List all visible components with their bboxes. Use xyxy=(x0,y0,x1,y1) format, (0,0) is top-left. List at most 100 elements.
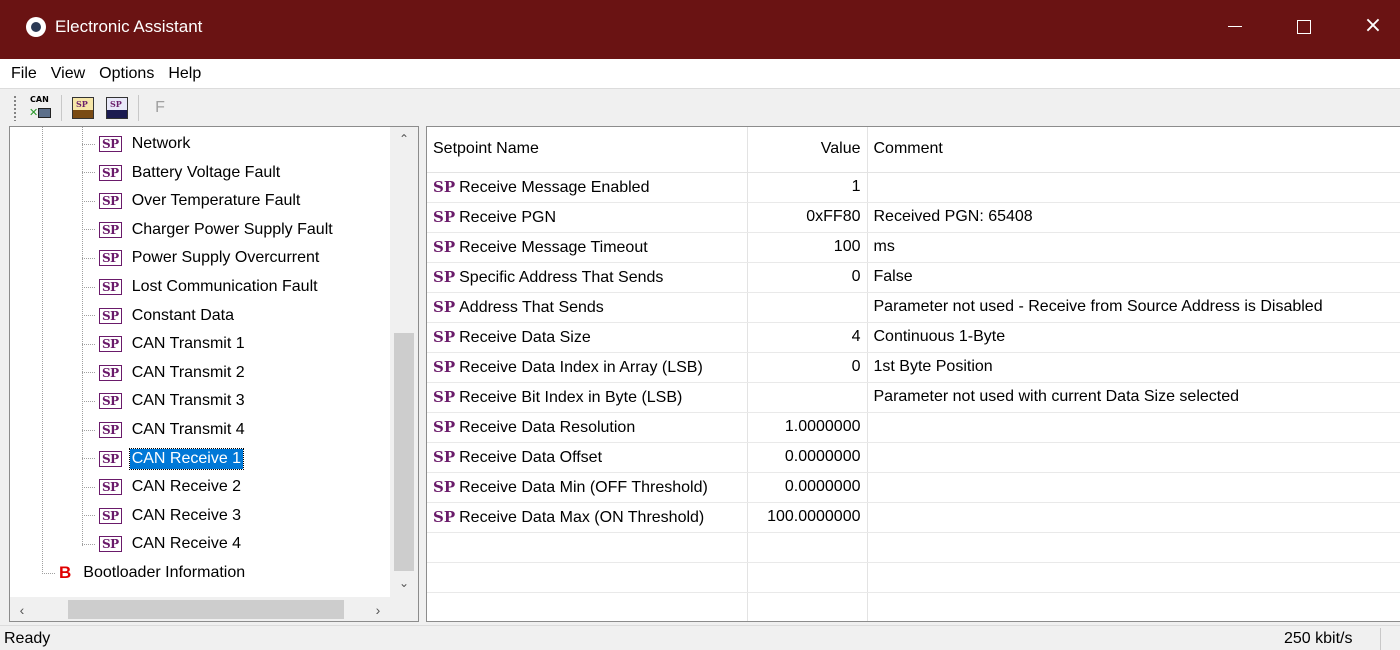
setpoint-value-cell[interactable]: 0 xyxy=(747,352,868,383)
flash-icon: F xyxy=(155,98,165,116)
flash-button[interactable]: F xyxy=(147,95,173,121)
tree-item[interactable]: SP Network xyxy=(82,130,192,158)
tree-item[interactable]: SP Lost Communication Fault xyxy=(82,273,320,301)
header-value[interactable]: Value xyxy=(747,127,868,173)
setpoint-name-cell[interactable]: SP Receive Data Resolution xyxy=(427,412,748,443)
can-connect-button[interactable]: CAN ✕ xyxy=(27,95,53,121)
tree-item[interactable]: SP CAN Transmit 3 xyxy=(82,387,247,415)
setpoint-value-cell[interactable] xyxy=(747,292,868,323)
bootloader-icon: B xyxy=(59,563,72,582)
setpoint-value-cell[interactable]: 1.0000000 xyxy=(747,412,868,443)
setpoint-value-cell[interactable]: 0.0000000 xyxy=(747,442,868,473)
tree-item[interactable]: SP Battery Voltage Fault xyxy=(82,159,282,187)
setpoint-comment-cell: Continuous 1-Byte xyxy=(867,322,1400,353)
setpoint-name-cell[interactable]: SP Receive Data Offset xyxy=(427,442,748,473)
setpoint-name-cell[interactable]: SP Receive Data Index in Array (LSB) xyxy=(427,352,748,383)
scroll-up-icon[interactable]: ⌃ xyxy=(390,129,418,149)
tree-item[interactable]: SP CAN Transmit 1 xyxy=(82,330,247,358)
scroll-left-icon[interactable]: ‹ xyxy=(10,597,34,621)
toolbar-separator xyxy=(138,94,139,121)
menu-help[interactable]: Help xyxy=(162,65,209,83)
setpoint-value-cell[interactable]: 4 xyxy=(747,322,868,353)
setpoint-value-cell[interactable]: 1 xyxy=(747,172,868,203)
setpoint-name-cell[interactable]: SP Receive Message Enabled xyxy=(427,172,748,203)
setpoint-name-cell[interactable]: SP Receive Message Timeout xyxy=(427,232,748,263)
tree-item[interactable]: SP CAN Receive 1 xyxy=(82,445,245,473)
tree-vertical-scrollbar[interactable]: ⌃ ⌄ xyxy=(390,127,418,597)
tree-item[interactable]: SP CAN Receive 3 xyxy=(82,502,243,530)
setpoint-icon: SP xyxy=(433,447,456,466)
table-row[interactable]: SP Receive Data Offset 0.0000000 xyxy=(427,442,1400,473)
tree-item[interactable]: SP Power Supply Overcurrent xyxy=(82,244,321,272)
minimize-button[interactable] xyxy=(1206,0,1264,59)
close-icon: × xyxy=(1363,12,1383,38)
scroll-right-icon[interactable]: › xyxy=(366,597,390,621)
tree-connector xyxy=(82,543,96,545)
tree-item[interactable]: SP CAN Transmit 4 xyxy=(82,416,247,444)
tree-item[interactable]: SP Over Temperature Fault xyxy=(82,187,302,215)
setpoint-name: Receive Data Min (OFF Threshold) xyxy=(459,478,708,496)
setpoint-name-cell[interactable]: SP Receive Data Min (OFF Threshold) xyxy=(427,472,748,503)
setpoint-icon: SP xyxy=(433,357,456,376)
table-row[interactable]: SP Receive Data Min (OFF Threshold) 0.0000… xyxy=(427,472,1400,503)
setpoint-name: Receive PGN xyxy=(459,208,557,226)
table-row[interactable]: SP Receive Data Index in Array (LSB) 0 1st … xyxy=(427,352,1400,383)
menu-file[interactable]: File xyxy=(5,65,45,83)
toolbar-grip[interactable] xyxy=(13,94,17,121)
tree-item[interactable]: SP CAN Receive 2 xyxy=(82,473,243,501)
tree-item[interactable]: SP Constant Data xyxy=(82,302,236,330)
setpoint-name-cell[interactable]: SP Receive Data Size xyxy=(427,322,748,353)
table-row[interactable]: SP Specific Address That Sends 0 False xyxy=(427,262,1400,293)
setpoint-value-cell[interactable]: 0xFF80 xyxy=(747,202,868,233)
tree-connector xyxy=(82,429,96,431)
table-row[interactable]: SP Receive Data Max (ON Threshold) 100.000… xyxy=(427,502,1400,533)
table-row[interactable]: SP Receive PGN 0xFF80 Received PGN: 65408 xyxy=(427,202,1400,233)
setpoint-name-cell[interactable]: SP Receive Data Max (ON Threshold) xyxy=(427,502,748,533)
setpoint-value-cell[interactable]: 0.0000000 xyxy=(747,472,868,503)
tree-item[interactable]: SP CAN Transmit 2 xyxy=(82,359,247,387)
tree-item[interactable]: SP Charger Power Supply Fault xyxy=(82,216,335,244)
table-row[interactable]: SP Receive Data Size 4 Continuous 1-Byte xyxy=(427,322,1400,353)
sp-icon-label: SP xyxy=(76,98,88,109)
table-row[interactable]: SP Address That Sends Parameter not used -… xyxy=(427,292,1400,323)
tree-horizontal-scrollbar[interactable]: ‹ › xyxy=(10,597,390,621)
close-button[interactable]: × xyxy=(1344,0,1400,59)
setpoint-value-cell[interactable]: 0 xyxy=(747,262,868,293)
scroll-down-icon[interactable]: ⌄ xyxy=(390,573,418,593)
setpoint-comment-cell xyxy=(867,412,1400,443)
tree-item-label: CAN Receive 2 xyxy=(131,478,242,496)
open-setpoint-file-button[interactable]: SP xyxy=(70,95,96,121)
tree-item[interactable]: SP CAN Receive 4 xyxy=(82,530,243,558)
setpoint-value-cell[interactable]: 100.0000000 xyxy=(747,502,868,533)
setpoint-name-cell[interactable]: SP Specific Address That Sends xyxy=(427,262,748,293)
scroll-thumb[interactable] xyxy=(68,600,344,619)
setpoint-icon: SP xyxy=(99,193,122,210)
table-row[interactable]: SP Receive Message Timeout 100 ms xyxy=(427,232,1400,263)
header-setpoint-name[interactable]: Setpoint Name xyxy=(427,127,748,173)
setpoint-tree: SP Network SP Battery Voltage Fault SP Over T… xyxy=(9,126,419,622)
menu-view[interactable]: View xyxy=(45,65,93,83)
tree-item-label: Network xyxy=(131,135,191,152)
tree-connector xyxy=(82,257,96,259)
setpoint-name-cell[interactable]: SP Address That Sends xyxy=(427,292,748,323)
header-comment[interactable]: Comment xyxy=(867,127,1400,173)
setpoint-name: Receive Message Timeout xyxy=(459,238,648,256)
setpoint-name-cell[interactable]: SP Receive PGN xyxy=(427,202,748,233)
table-row[interactable]: SP Receive Message Enabled 1 xyxy=(427,172,1400,203)
scroll-thumb[interactable] xyxy=(394,333,414,571)
table-row[interactable]: SP Receive Bit Index in Byte (LSB) Paramet… xyxy=(427,382,1400,413)
tree-item-label: CAN Receive 3 xyxy=(131,506,242,524)
tree-connector xyxy=(82,515,96,517)
maximize-button[interactable] xyxy=(1275,0,1333,59)
empty-cell xyxy=(747,562,868,593)
setpoint-value-cell[interactable]: 100 xyxy=(747,232,868,263)
table-row[interactable]: SP Receive Data Resolution 1.0000000 xyxy=(427,412,1400,443)
setpoint-icon: SP xyxy=(99,307,122,324)
empty-cell xyxy=(747,532,868,563)
tree-item-bootloader[interactable]: B Bootloader Information xyxy=(42,559,247,587)
tree-guide-line xyxy=(42,127,43,574)
menu-options[interactable]: Options xyxy=(93,65,162,83)
setpoint-value-cell[interactable] xyxy=(747,382,868,413)
setpoint-name-cell[interactable]: SP Receive Bit Index in Byte (LSB) xyxy=(427,382,748,413)
save-setpoint-file-button[interactable]: SP xyxy=(104,95,130,121)
